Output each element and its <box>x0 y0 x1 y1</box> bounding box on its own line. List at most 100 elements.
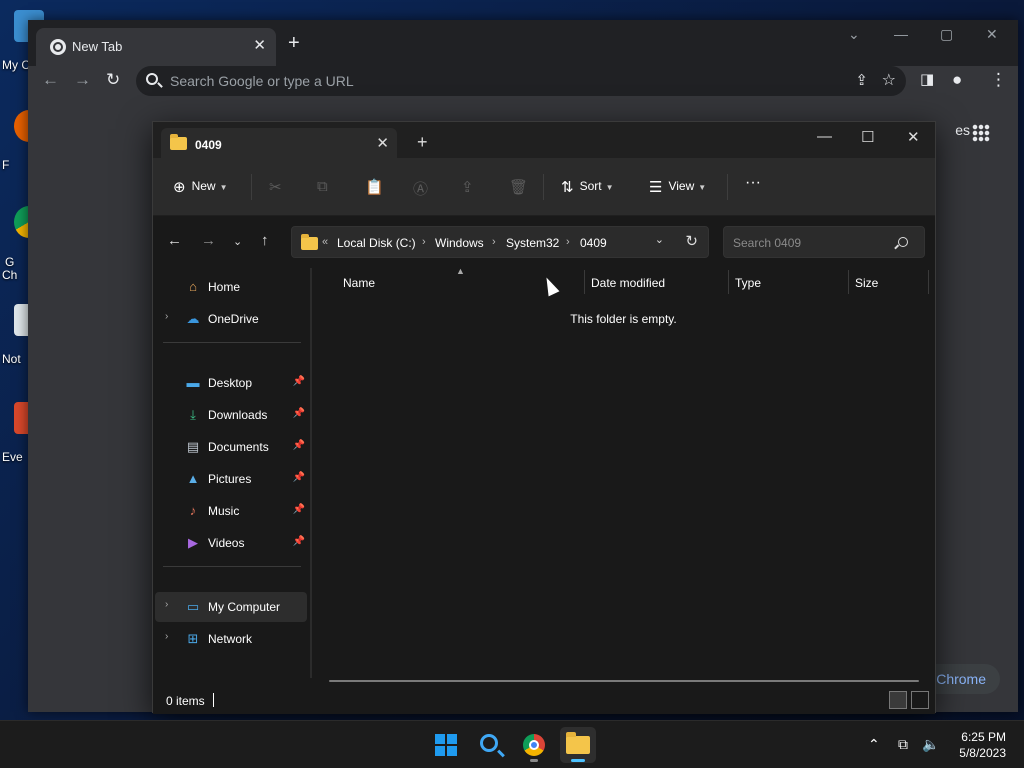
back-icon[interactable]: ← <box>42 70 59 90</box>
sidebar-item-videos[interactable]: ▶ Videos 📌 <box>155 528 307 558</box>
omnibox-placeholder: Search Google or type a URL <box>170 73 354 89</box>
back-icon[interactable]: ← <box>167 232 182 249</box>
share-icon[interactable]: ⇪ <box>855 71 868 89</box>
new-button[interactable]: ⊕ New ▼ <box>173 178 228 196</box>
tiles-view-icon[interactable] <box>911 691 929 709</box>
taskbar-chrome-button[interactable] <box>516 727 552 763</box>
pin-icon[interactable]: 📌 <box>293 376 305 387</box>
recent-locations-icon[interactable]: ⌄ <box>233 235 242 248</box>
overflow-chevron-icon[interactable]: « <box>322 236 328 248</box>
column-divider[interactable] <box>928 270 929 294</box>
chevron-right-icon[interactable]: › <box>492 236 496 248</box>
taskbar-search-button[interactable] <box>472 727 508 763</box>
volume-icon[interactable]: 🔈 <box>922 736 939 753</box>
sort-icon: ⇅ <box>561 179 574 196</box>
pin-icon[interactable]: 📌 <box>293 504 305 515</box>
cut-icon[interactable]: ✂ <box>269 178 282 196</box>
sidebar-item-home[interactable]: ⌂ Home <box>155 272 307 302</box>
close-tab-icon[interactable]: ✕ <box>253 36 266 54</box>
details-view-icon[interactable] <box>889 691 907 709</box>
up-icon[interactable]: ↑ <box>261 232 269 249</box>
breadcrumb-local-disk[interactable]: Local Disk (C:) <box>337 236 416 250</box>
breadcrumb-0409[interactable]: 0409 <box>580 236 607 250</box>
pin-icon[interactable]: 📌 <box>293 472 305 483</box>
close-window-icon[interactable]: ✕ <box>986 26 998 43</box>
search-box[interactable]: Search 0409 <box>723 226 925 258</box>
tray-overflow-chevron-icon[interactable]: ⌃ <box>868 736 880 753</box>
delete-icon[interactable]: 🗑 <box>509 178 528 196</box>
desktop-icon-label: Eve <box>2 450 23 464</box>
chevron-right-icon[interactable]: › <box>165 311 168 322</box>
minimize-icon[interactable]: — <box>817 128 832 145</box>
more-options-icon[interactable]: ··· <box>745 174 761 192</box>
copy-icon[interactable]: ⧉ <box>317 178 328 195</box>
network-status-icon[interactable]: ⧉ <box>898 736 908 753</box>
close-window-icon[interactable]: ✕ <box>907 128 920 146</box>
system-clock[interactable]: 6:25 PM 5/8/2023 <box>959 729 1006 761</box>
search-icon <box>898 237 908 247</box>
sidebar-item-desktop[interactable]: ▬ Desktop 📌 <box>155 368 307 398</box>
chevron-right-icon[interactable]: › <box>422 236 426 248</box>
column-divider[interactable] <box>584 270 585 294</box>
column-header-type[interactable]: Type <box>735 276 761 290</box>
paste-icon[interactable]: 📋 <box>365 178 384 196</box>
menu-kebab-icon[interactable]: ⋮ <box>990 70 1007 90</box>
taskbar-file-explorer-button[interactable] <box>560 727 596 763</box>
google-apps-icon[interactable] <box>972 124 990 142</box>
refresh-icon[interactable]: ↻ <box>685 232 698 250</box>
ntp-images-link[interactable]: es <box>955 122 970 138</box>
chrome-tab-new-tab[interactable]: New Tab ✕ <box>36 28 276 66</box>
breadcrumb-windows[interactable]: Windows <box>435 236 484 250</box>
music-icon: ♪ <box>189 503 197 518</box>
omnibox[interactable]: Search Google or type a URL ⇪ ☆ <box>136 66 906 96</box>
side-panel-icon[interactable]: ◨ <box>920 70 934 88</box>
pin-icon[interactable]: 📌 <box>293 440 305 451</box>
forward-icon[interactable]: → <box>74 70 91 90</box>
sort-label: Sort <box>579 179 602 194</box>
maximize-icon[interactable]: ▢ <box>940 26 953 43</box>
profile-icon[interactable]: ● <box>952 70 962 90</box>
view-button[interactable]: ☰ View ▼ <box>649 178 706 196</box>
folder-icon <box>301 234 318 250</box>
reload-icon[interactable]: ↻ <box>106 70 120 90</box>
sidebar-item-onedrive[interactable]: › ☁ OneDrive <box>155 304 307 334</box>
column-header-date-modified[interactable]: Date modified <box>591 276 665 290</box>
pin-icon[interactable]: 📌 <box>293 536 305 547</box>
explorer-tab-0409[interactable]: 0409 ✕ <box>161 128 397 160</box>
breadcrumb-system32[interactable]: System32 <box>506 236 559 250</box>
maximize-icon[interactable]: ☐ <box>861 128 874 146</box>
close-tab-icon[interactable]: ✕ <box>376 134 389 152</box>
navigation-bar: ← → ⌄ ↑ « Local Disk (C:) › Windows › Sy… <box>153 216 935 268</box>
bookmark-star-icon[interactable]: ☆ <box>882 70 896 90</box>
chevron-right-icon[interactable]: › <box>165 599 168 610</box>
new-tab-button[interactable]: + <box>288 32 300 55</box>
sidebar-item-downloads[interactable]: ⤓ Downloads 📌 <box>155 400 307 430</box>
address-dropdown-icon[interactable]: ⌄ <box>655 233 664 246</box>
sidebar-item-documents[interactable]: ▤ Documents 📌 <box>155 432 307 462</box>
horizontal-scrollbar[interactable] <box>329 680 919 682</box>
pin-icon[interactable]: 📌 <box>293 408 305 419</box>
column-header-size[interactable]: Size <box>855 276 878 290</box>
tab-search-icon[interactable]: ⌄ <box>848 26 860 43</box>
navigation-pane: ⌂ Home › ☁ OneDrive ▬ Desktop 📌 ⤓ Downlo… <box>153 268 310 678</box>
share-icon[interactable]: ⇪ <box>461 178 474 196</box>
forward-icon[interactable]: → <box>201 232 216 249</box>
rename-icon[interactable]: Ⓐ <box>413 178 428 199</box>
view-icon: ☰ <box>649 179 663 196</box>
column-divider[interactable] <box>848 270 849 294</box>
sidebar-item-music[interactable]: ♪ Music 📌 <box>155 496 307 526</box>
divider <box>727 174 728 200</box>
sidebar-item-network[interactable]: › ⊞ Network <box>155 624 307 654</box>
chevron-right-icon[interactable]: › <box>566 236 570 248</box>
minimize-icon[interactable]: — <box>894 26 908 42</box>
sidebar-item-pictures[interactable]: ▲ Pictures 📌 <box>155 464 307 494</box>
status-divider <box>213 693 214 707</box>
sidebar-item-my-computer[interactable]: › ▭ My Computer <box>155 592 307 622</box>
new-tab-button[interactable]: + <box>417 132 428 153</box>
column-header-name[interactable]: Name <box>343 276 375 290</box>
start-button[interactable] <box>428 727 464 763</box>
address-bar[interactable]: « Local Disk (C:) › Windows › System32 ›… <box>291 226 709 258</box>
chevron-right-icon[interactable]: › <box>165 631 168 642</box>
column-divider[interactable] <box>728 270 729 294</box>
sort-button[interactable]: ⇅ Sort ▼ <box>561 178 614 196</box>
